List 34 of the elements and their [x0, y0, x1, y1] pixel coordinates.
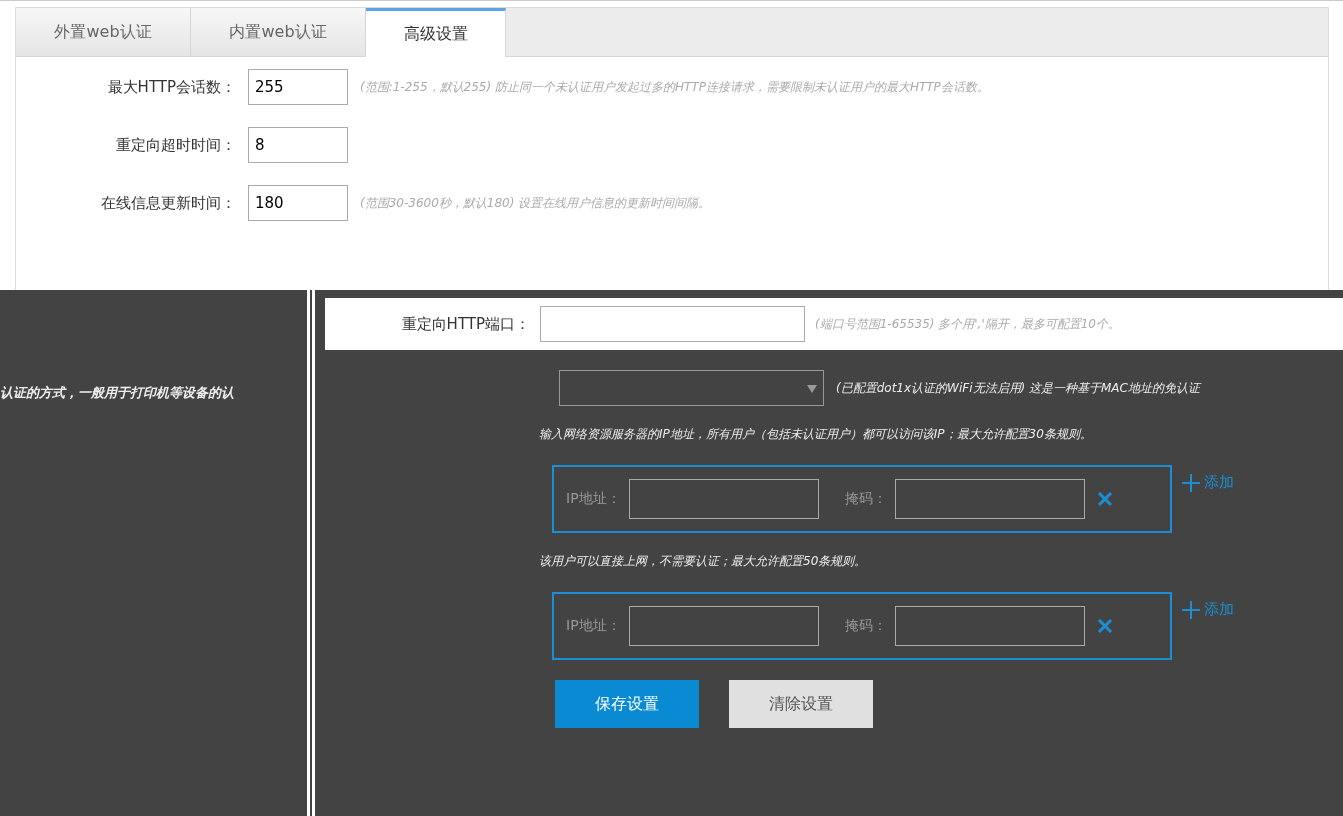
hint-text: 该用户可以直接上网，不需要认证；最大允许配置50条规则。: [539, 553, 867, 570]
field-label: IP地址：: [566, 617, 621, 635]
caret-icon: [807, 385, 817, 393]
input-field[interactable]: 255: [248, 69, 348, 105]
hint-text: (端口号范围1-65535) 多个用','隔开，最多可配置10个。: [815, 315, 1120, 333]
hint-text: (范围30-3600秒，默认180) 设置在线用户信息的更新时间间隔。: [360, 194, 711, 212]
plus-icon: [1182, 600, 1200, 619]
field-label: 掩码：: [844, 490, 887, 508]
input-field[interactable]: [540, 306, 805, 342]
field-label: 重定向HTTP端口：: [400, 314, 530, 334]
field-label: 掩码：: [844, 617, 887, 635]
input-field[interactable]: 8: [248, 127, 348, 163]
input-field[interactable]: 180: [248, 185, 348, 221]
hint-text: (范围:1-255，默认255) 防止同一个未认证用户发起过多的HTTP连接请求，需要限制未认证用户的最大HTTP会话数。: [360, 78, 989, 96]
delete-icon[interactable]: [1096, 618, 1113, 634]
form-button[interactable]: 保存设置: [555, 680, 699, 728]
mask-input-field[interactable]: [894, 606, 1085, 646]
description-text: 认证的方式，一般用于打印机等设备的认: [0, 385, 234, 400]
tab[interactable]: 内置web认证: [191, 8, 366, 56]
hint-text: (已配置dot1x认证的WiFi无法启用) 这是一种基于MAC地址的免认证: [836, 379, 1200, 397]
mask-input-field[interactable]: [894, 479, 1085, 519]
ip-input-field[interactable]: [628, 479, 819, 519]
field-label: 重定向超时时间：: [115, 135, 236, 155]
field-label: 在线信息更新时间：: [100, 193, 236, 213]
dropdown[interactable]: [559, 370, 824, 406]
ip-input-field[interactable]: [628, 606, 819, 646]
delete-icon[interactable]: [1096, 491, 1113, 507]
form-button[interactable]: 清除设置: [729, 680, 873, 728]
tab[interactable]: 外置web认证: [16, 8, 191, 56]
field-label: IP地址：: [566, 490, 621, 508]
plus-icon: [1182, 473, 1200, 492]
hint-text: 输入网络资源服务器的IP地址，所有用户（包括未认证用户）都可以访问该IP；最大允许配置30条规则。: [539, 426, 1092, 443]
tab[interactable]: 高级设置: [366, 8, 506, 57]
field-label: 最大HTTP会话数：: [106, 77, 236, 97]
